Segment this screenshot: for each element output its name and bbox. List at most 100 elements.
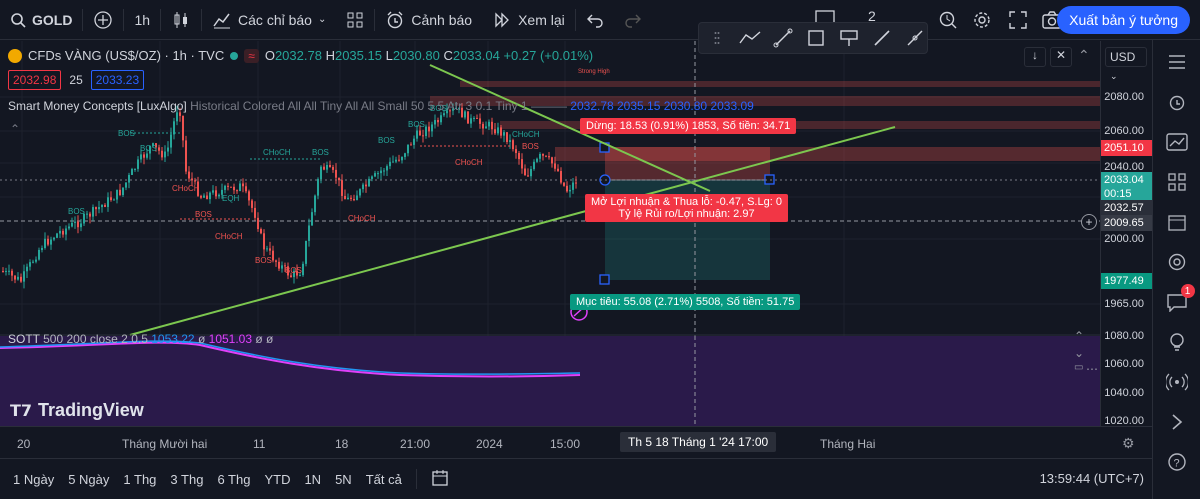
chart-window-icon (1165, 133, 1188, 151)
time-tick: 18 (335, 437, 349, 451)
currency-select[interactable]: USD ⌄ (1105, 47, 1147, 81)
grid-icon (1167, 173, 1186, 191)
more-button[interactable]: ⌃ (1078, 47, 1096, 67)
ideas-button[interactable] (1163, 248, 1191, 276)
candle-body (50, 239, 52, 245)
help-button[interactable]: ? (1163, 448, 1191, 476)
callout-tool-icon[interactable] (838, 26, 861, 50)
range-ytd[interactable]: YTD (264, 472, 290, 487)
range-5d[interactable]: 5 Ngày (68, 472, 109, 487)
broadcast-button[interactable] (1163, 368, 1191, 396)
candle-body (494, 129, 496, 134)
bos-label: BOS (312, 148, 329, 157)
streams-button[interactable] (1163, 328, 1191, 356)
close-panel-button[interactable]: ✕ (1050, 47, 1072, 67)
goto-date-button[interactable] (431, 469, 449, 490)
calendar-button[interactable] (1163, 208, 1191, 236)
time-tick: Tháng Hai (820, 437, 876, 451)
drag-handle-icon[interactable] (705, 26, 728, 50)
instrument-title[interactable]: CFDs VÀNG (US$/OZ) · 1h · TVC (28, 48, 224, 63)
pane-up-button[interactable]: ⌃ (1074, 329, 1084, 343)
next-button[interactable] (1163, 408, 1191, 436)
clock-timezone[interactable]: 13:59:44 (UTC+7) (1040, 471, 1144, 486)
candle-body (158, 147, 160, 151)
candle-body (95, 207, 97, 210)
smc-values: 2032.78 2035.15 2030.80 2033.09 (570, 99, 754, 113)
sott-legend[interactable]: SOTT 500 200 close 2 0.5 1053.22 ø 1051.… (8, 332, 273, 346)
candle-body (569, 189, 571, 192)
layouts-button[interactable] (336, 0, 374, 40)
search-icon (11, 12, 26, 28)
tradingview-watermark[interactable]: 𝗧𝟳 TradingView (10, 400, 144, 421)
candle-body (509, 140, 511, 142)
bid-price[interactable]: 2032.98 (8, 70, 62, 90)
candle-body (290, 275, 292, 278)
hotlist-button[interactable] (1163, 168, 1191, 196)
compare-button[interactable] (83, 0, 123, 40)
gear-icon[interactable]: ⚙ (1122, 435, 1135, 452)
interval-button[interactable]: 1h (124, 0, 160, 40)
add-crosshair-button[interactable]: + (1081, 214, 1097, 230)
rectangle-tool-icon[interactable] (804, 26, 827, 50)
measure-tool-icon[interactable] (904, 26, 927, 50)
scroll-down-button[interactable]: ↓ (1024, 47, 1046, 67)
pane-down-button[interactable]: ⌄ (1074, 346, 1084, 360)
candle-body (437, 120, 439, 123)
watchlist-button[interactable] (1163, 48, 1191, 76)
ohlc-values: O2032.78 H2035.15 L2030.80 C2033.04 +0.2… (264, 48, 594, 63)
data-window-button[interactable] (1163, 128, 1191, 156)
candle-body (380, 170, 382, 174)
settings-button[interactable] (972, 10, 992, 33)
candle-body (173, 121, 175, 135)
candle-body (248, 191, 250, 201)
range-1y[interactable]: 1N (304, 472, 321, 487)
candle-body (116, 189, 118, 200)
path-tool-icon[interactable] (738, 26, 761, 50)
quick-search-button[interactable] (938, 10, 958, 33)
candle-body (386, 166, 388, 171)
range-6m[interactable]: 6 Thg (217, 472, 250, 487)
publish-idea-button[interactable]: Xuất bản ý tưởng (1057, 6, 1190, 34)
choch-label: CHoCH (215, 232, 243, 241)
maximize-pane-button[interactable]: ▭ (1074, 362, 1083, 373)
indicators-button[interactable]: Các chỉ báo ⌄ (202, 0, 336, 40)
range-3m[interactable]: 3 Thg (170, 472, 203, 487)
candle-body (377, 173, 379, 175)
replay-icon (495, 11, 509, 28)
bos-label: BOS (140, 144, 157, 153)
eqh-label: EQH (222, 194, 240, 203)
candle-body (215, 190, 217, 197)
smc-params: Historical Colored All All Tiny All All … (190, 99, 528, 113)
undo-button[interactable] (576, 0, 614, 40)
range-all[interactable]: Tất cả (366, 472, 402, 487)
price-tick: 2080.00 (1104, 91, 1144, 103)
sott-pane (0, 336, 1100, 426)
range-5y[interactable]: 5N (335, 472, 352, 487)
replay-button[interactable]: Xem lại (482, 0, 575, 40)
symbol-search[interactable]: GOLD (0, 0, 82, 40)
trend-line-icon[interactable] (771, 26, 794, 50)
undo-icon (586, 14, 603, 28)
chart-type-button[interactable] (161, 0, 201, 40)
candle-body (431, 124, 433, 132)
candle-body (365, 184, 367, 187)
choch-label: CHoCH (455, 158, 483, 167)
range-1d[interactable]: 1 Ngày (13, 472, 54, 487)
smc-indicator-legend[interactable]: Smart Money Concepts [LuxAlgo] Historica… (8, 99, 754, 113)
chat-button[interactable]: 1 (1163, 284, 1195, 316)
top-toolbar: GOLD 1h Các chỉ báo ⌄ Cảnh báo Xem lại 2 (0, 0, 1200, 40)
brush-tool-icon[interactable] (871, 26, 894, 50)
candle-body (26, 266, 28, 272)
ask-price[interactable]: 2033.23 (90, 70, 145, 90)
time-axis[interactable]: 20 Tháng Mười hai 11 18 21:00 2024 15:00… (0, 426, 1152, 458)
alerts-panel-button[interactable] (1163, 88, 1191, 116)
time-tick: Tháng Mười hai (122, 437, 208, 451)
candle-body (521, 159, 523, 169)
alert-button[interactable]: Cảnh báo (375, 0, 482, 40)
collapse-legend-icon[interactable]: ⌃ (10, 122, 20, 136)
price-axis[interactable]: USD ⌄ 2080.00 2060.00 2051.10 2040.00 20… (1100, 41, 1153, 427)
range-1m[interactable]: 1 Thg (123, 472, 156, 487)
fullscreen-button[interactable] (1008, 10, 1028, 33)
more-pane-button[interactable]: ⋯ (1086, 362, 1098, 376)
redo-button[interactable] (614, 0, 652, 40)
